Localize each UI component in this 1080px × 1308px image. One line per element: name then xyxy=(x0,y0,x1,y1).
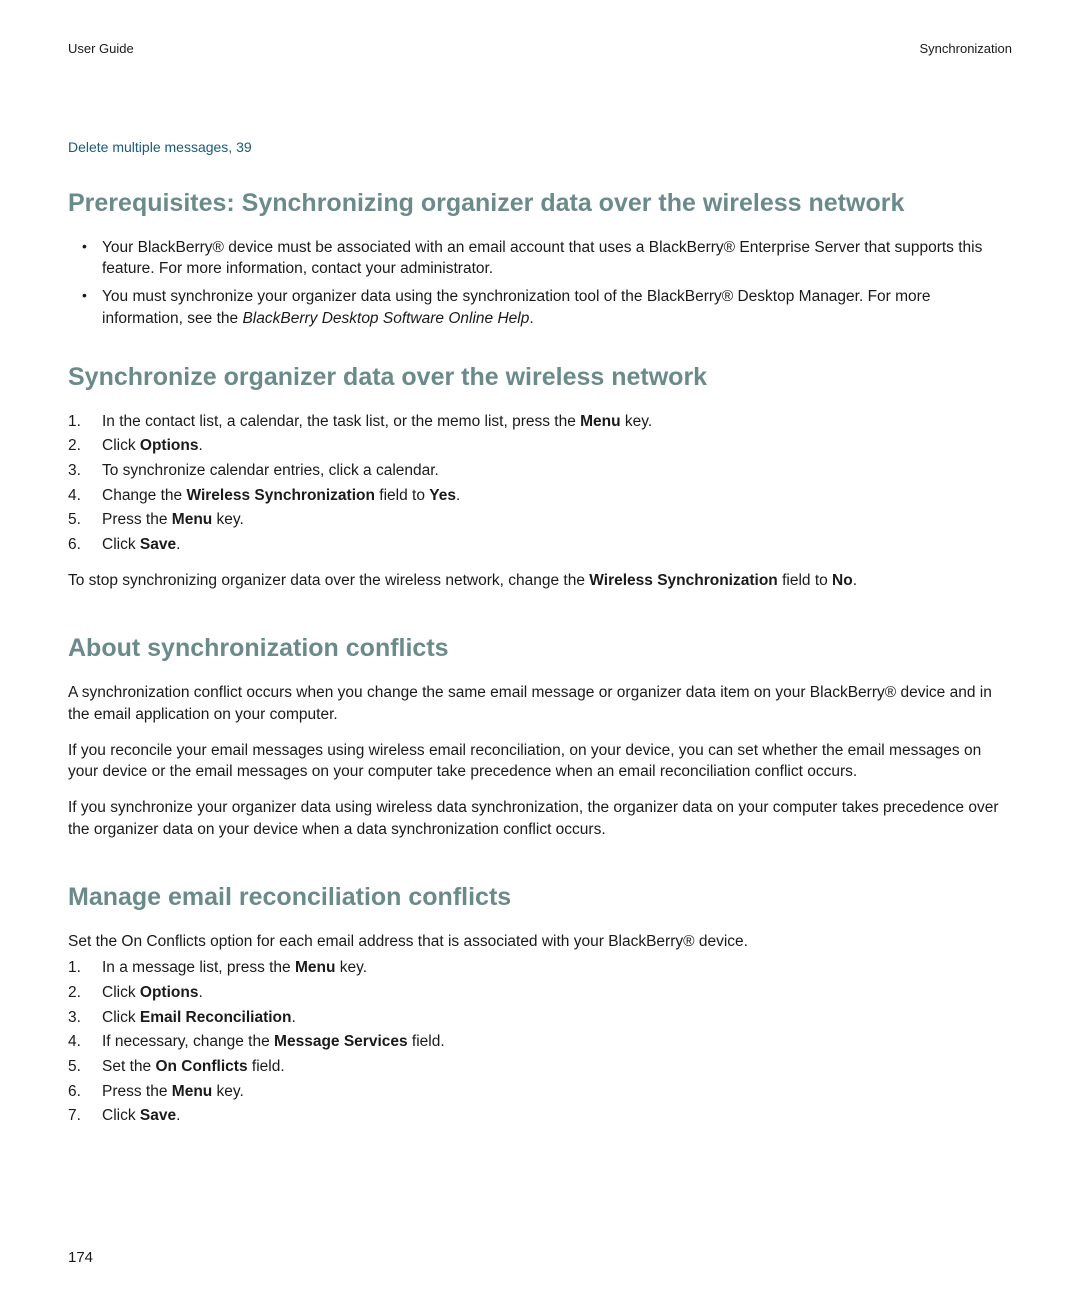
list-item: Click Save. xyxy=(68,534,1012,556)
list-item: In the contact list, a calendar, the tas… xyxy=(68,411,1012,433)
page-number: 174 xyxy=(68,1247,1012,1268)
list-item: Press the Menu key. xyxy=(68,1081,1012,1103)
list-item: Click Save. xyxy=(68,1105,1012,1127)
list-item: Change the Wireless Synchronization fiel… xyxy=(68,485,1012,507)
synchronize-note: To stop synchronizing organizer data ove… xyxy=(68,570,1012,592)
manage-intro: Set the On Conflicts option for each ema… xyxy=(68,931,1012,953)
page-header: User Guide Synchronization xyxy=(68,40,1012,58)
list-item: Press the Menu key. xyxy=(68,509,1012,531)
header-left: User Guide xyxy=(68,40,134,58)
list-item: Set the On Conflicts field. xyxy=(68,1056,1012,1078)
header-right: Synchronization xyxy=(920,40,1013,58)
list-item: In a message list, press the Menu key. xyxy=(68,957,1012,979)
manage-steps: In a message list, press the Menu key. C… xyxy=(68,957,1012,1127)
heading-prerequisites: Prerequisites: Synchronizing organizer d… xyxy=(68,186,1012,221)
about-paragraph: If you synchronize your organizer data u… xyxy=(68,797,1012,840)
list-item: Click Email Reconciliation. xyxy=(68,1007,1012,1029)
about-paragraph: If you reconcile your email messages usi… xyxy=(68,740,1012,783)
cross-reference-link[interactable]: Delete multiple messages, 39 xyxy=(68,138,1012,158)
synchronize-steps: In the contact list, a calendar, the tas… xyxy=(68,411,1012,556)
prerequisites-list: Your BlackBerry® device must be associat… xyxy=(68,237,1012,330)
heading-manage-conflicts: Manage email reconciliation conflicts xyxy=(68,880,1012,915)
about-paragraph: A synchronization conflict occurs when y… xyxy=(68,682,1012,725)
list-item: If necessary, change the Message Service… xyxy=(68,1031,1012,1053)
heading-about-conflicts: About synchronization conflicts xyxy=(68,631,1012,666)
heading-synchronize: Synchronize organizer data over the wire… xyxy=(68,360,1012,395)
list-item: Click Options. xyxy=(68,982,1012,1004)
list-item: Click Options. xyxy=(68,435,1012,457)
list-item: To synchronize calendar entries, click a… xyxy=(68,460,1012,482)
list-item: Your BlackBerry® device must be associat… xyxy=(68,237,1012,280)
list-item: You must synchronize your organizer data… xyxy=(68,286,1012,329)
